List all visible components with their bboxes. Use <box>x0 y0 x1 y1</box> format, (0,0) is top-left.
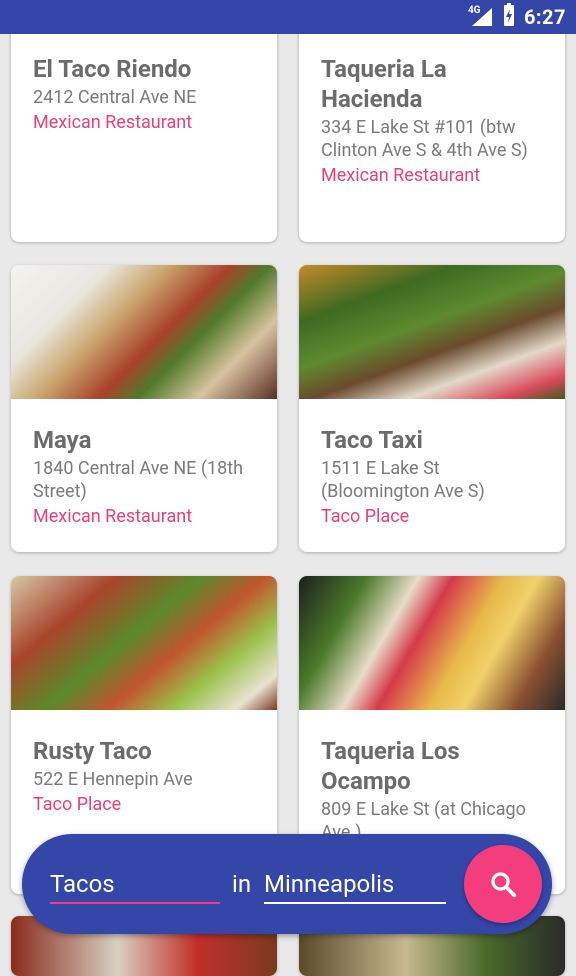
restaurant-address: 334 E Lake St #101 (btw Clinton Ave S & … <box>321 117 528 161</box>
restaurant-address: 522 E Hennepin Ave <box>33 769 193 790</box>
restaurant-category: Mexican Restaurant <box>33 506 193 527</box>
restaurant-card[interactable]: Taco Taxi 1511 E Lake St (Bloomington Av… <box>299 265 565 552</box>
restaurant-name: El Taco Riendo <box>33 55 192 83</box>
search-location-input[interactable]: Minneapolis <box>264 869 446 899</box>
restaurant-card[interactable]: Maya 1840 Central Ave NE (18th Street) M… <box>11 265 277 552</box>
restaurant-name: Rusty Taco <box>33 737 152 765</box>
clock: 6:27 <box>523 5 566 29</box>
restaurant-name: Maya <box>33 426 92 454</box>
restaurant-name: Taqueria Los Ocampo <box>321 737 460 795</box>
restaurant-category: Mexican Restaurant <box>33 112 193 133</box>
restaurant-card[interactable]: El Taco Riendo 2412 Central Ave NE Mexic… <box>11 0 277 242</box>
restaurant-name: Taco Taxi <box>321 426 423 454</box>
search-query-input[interactable]: Tacos <box>50 869 220 899</box>
restaurant-address: 1511 E Lake St (Bloomington Ave S) <box>321 458 485 502</box>
query-underline <box>50 902 220 904</box>
restaurant-card[interactable]: Taqueria La Hacienda 334 E Lake St #101 … <box>299 0 565 242</box>
restaurant-photo <box>299 265 565 399</box>
search-button[interactable] <box>464 845 542 923</box>
restaurant-category: Mexican Restaurant <box>321 165 481 186</box>
restaurant-name: Taqueria La Hacienda <box>321 55 447 113</box>
battery-icon <box>502 3 516 31</box>
location-underline <box>264 902 446 904</box>
restaurant-photo <box>11 265 277 399</box>
signal-icon: 4G <box>468 6 494 28</box>
restaurant-category: Taco Place <box>33 794 122 815</box>
status-bar: 4G 6:27 <box>0 0 576 34</box>
restaurant-address: 1840 Central Ave NE (18th Street) <box>33 458 244 502</box>
restaurant-photo <box>11 576 277 710</box>
in-label: in <box>232 870 252 898</box>
restaurant-photo <box>299 576 565 710</box>
search-icon <box>491 872 517 898</box>
restaurant-category: Taco Place <box>321 506 410 527</box>
restaurant-address: 2412 Central Ave NE <box>33 87 197 108</box>
